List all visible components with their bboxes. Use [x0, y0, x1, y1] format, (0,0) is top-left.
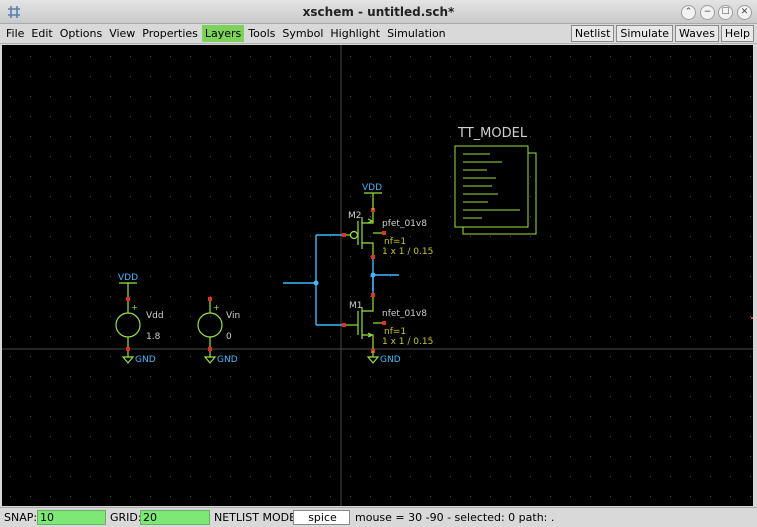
pmos-model: pfet_01v8 — [382, 219, 427, 229]
grid-label: GRID: — [110, 511, 142, 524]
main-menu: File Edit Options View Properties Layers… — [3, 25, 450, 42]
menu-symbol[interactable]: Symbol — [279, 25, 326, 42]
vdd-source-top-label: VDD — [118, 273, 138, 283]
vdd-source-value: 1.8 — [146, 332, 161, 342]
menu-highlight[interactable]: Highlight — [327, 25, 383, 42]
nmos-size: 1 x 1 / 0.15 — [382, 337, 433, 347]
svg-text:VDD: VDD — [362, 183, 382, 193]
svg-text:GND: GND — [380, 355, 401, 365]
netlist-mode-field[interactable]: spice — [293, 510, 350, 525]
wire-junction — [313, 280, 319, 286]
nmos-name: M1 — [349, 301, 363, 311]
minimize-window-icon[interactable]: − — [700, 5, 715, 20]
status-bar: SNAP: 10 GRID: 20 NETLIST MODE: spice mo… — [0, 507, 757, 527]
menu-view[interactable]: View — [106, 25, 138, 42]
simulate-button[interactable]: Simulate — [616, 25, 673, 42]
netlist-button[interactable]: Netlist — [570, 25, 615, 42]
menu-tools[interactable]: Tools — [245, 25, 278, 42]
shade-window-icon[interactable]: ⌃ — [681, 5, 696, 20]
window-titlebar: xschem - untitled.sch* ⌃ − ☐ ✕ — [0, 0, 757, 24]
tt-model-label: TT_MODEL — [457, 126, 528, 141]
snap-input[interactable]: 10 — [37, 510, 106, 525]
pmos-size: 1 x 1 / 0.15 — [382, 247, 433, 257]
menu-layers[interactable]: Layers — [201, 25, 245, 42]
grid-input[interactable]: 20 — [140, 510, 210, 525]
netlist-mode-label: NETLIST MODE: — [214, 511, 300, 524]
menu-properties[interactable]: Properties — [139, 25, 201, 42]
pmos-name: M2 — [348, 211, 362, 221]
schematic-canvas[interactable]: TT_MODEL M2 pfet_01v8 nf=1 1 x 1 / 0.15 … — [2, 45, 753, 506]
close-window-icon[interactable]: ✕ — [737, 5, 752, 20]
menu-options[interactable]: Options — [57, 25, 105, 42]
svg-text:+: + — [131, 303, 138, 312]
vdd-source-gnd-label: GND — [135, 355, 156, 365]
vin-source-name: Vin — [226, 311, 240, 321]
toolbar-buttons: Netlist Simulate Waves Help — [569, 25, 754, 42]
menu-edit[interactable]: Edit — [28, 25, 55, 42]
vin-source-gnd-label: GND — [217, 355, 238, 365]
window-title: xschem - untitled.sch* — [302, 5, 455, 19]
vin-source-value: 0 — [226, 332, 232, 342]
menu-simulation[interactable]: Simulation — [384, 25, 449, 42]
waves-button[interactable]: Waves — [675, 25, 719, 42]
mouse-info: mouse = 30 -90 - selected: 0 path: . — [355, 511, 555, 524]
maximize-window-icon[interactable]: ☐ — [718, 5, 733, 20]
pmos-nf: nf=1 — [384, 237, 406, 247]
edge-marker — [751, 317, 753, 319]
nmos-model: nfet_01v8 — [382, 309, 427, 319]
nmos-nf: nf=1 — [384, 327, 406, 337]
vdd-source-name: Vdd — [146, 311, 164, 321]
menubar: File Edit Options View Properties Layers… — [0, 24, 757, 44]
menu-file[interactable]: File — [3, 25, 27, 42]
svg-text:+: + — [213, 303, 220, 312]
help-button[interactable]: Help — [720, 25, 754, 42]
wire-junction — [370, 272, 376, 278]
snap-label: SNAP: — [4, 511, 38, 524]
